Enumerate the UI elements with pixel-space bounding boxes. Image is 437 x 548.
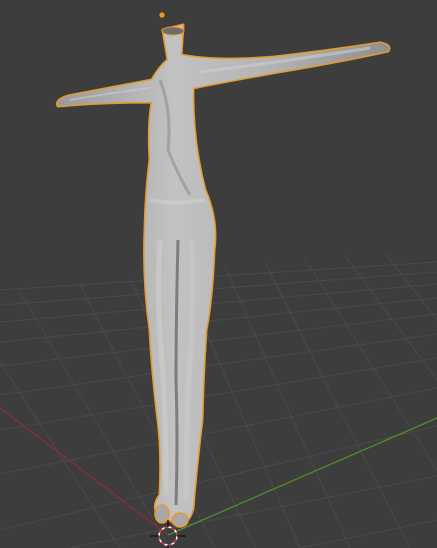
neck-opening [161,26,185,36]
viewport-canvas[interactable] [0,0,437,548]
x-axis-line [0,407,169,536]
3d-viewport[interactable] [0,0,437,548]
right-foot [171,512,189,528]
y-axis-line [167,417,437,536]
object-origin-dot[interactable] [158,11,166,19]
floor-grid [0,252,437,548]
left-foot [154,504,170,524]
